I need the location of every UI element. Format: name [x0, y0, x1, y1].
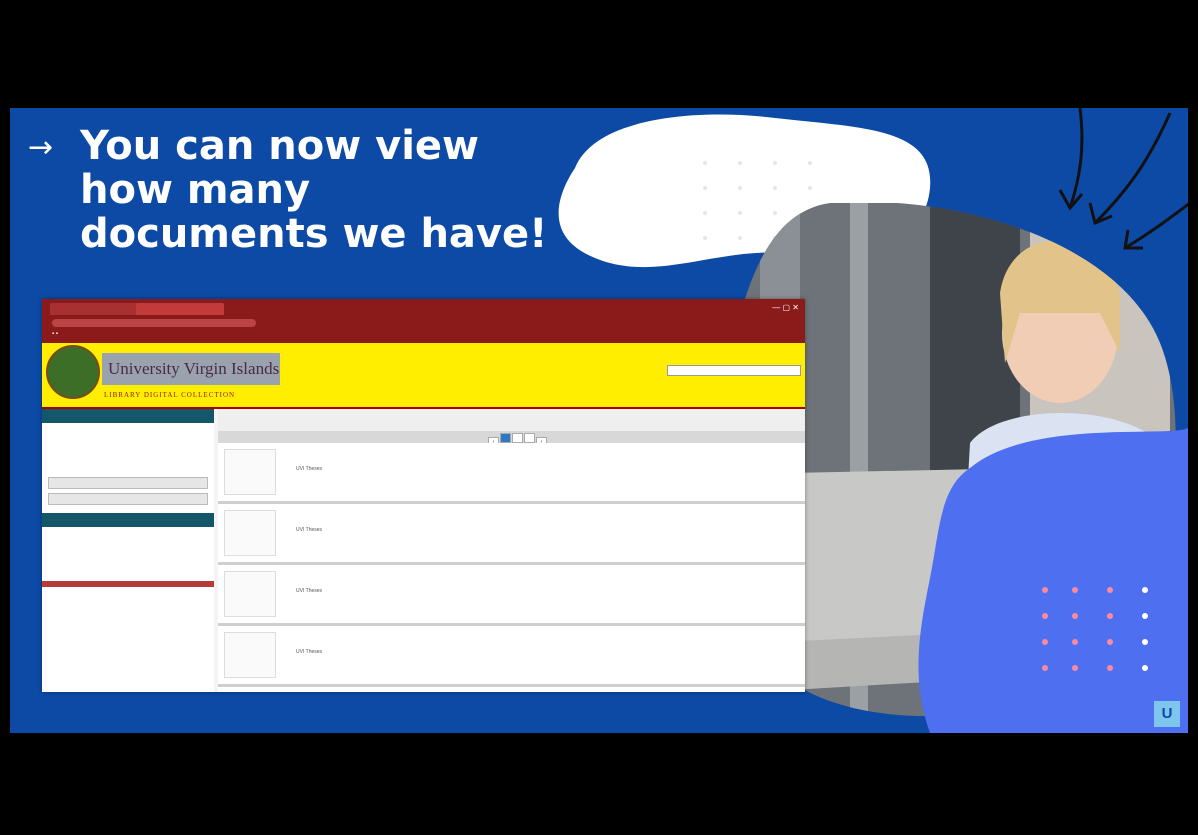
- list-item: UVI Theses: [218, 504, 805, 565]
- results-toolbar: [218, 409, 805, 431]
- list-item: UVI Theses: [218, 443, 805, 504]
- sidebar-line: [42, 527, 214, 537]
- record-author: UVI Theses: [296, 588, 323, 594]
- sidebar-line: [42, 557, 214, 567]
- record-author: UVI Theses: [296, 466, 323, 472]
- sidebar-line: [42, 547, 214, 557]
- address-bar: [52, 319, 256, 327]
- browser-tab-active: [136, 303, 224, 315]
- uvi-logo-icon: U: [1154, 701, 1180, 727]
- list-item: UVI Theses: [218, 626, 805, 687]
- site-title: University Virgin Islands: [102, 353, 280, 385]
- site-subtitle: LIBRARY DIGITAL COLLECTION: [104, 391, 236, 399]
- pager-page: [512, 433, 523, 443]
- sidebar-line: [42, 423, 214, 433]
- sidebar-line: [42, 443, 214, 453]
- black-arrows-decoration: [1058, 108, 1188, 250]
- arrow-right-icon: →: [28, 130, 54, 165]
- slide-headline: You can now view how many documents we h…: [80, 123, 548, 257]
- sidebar-line: [42, 537, 214, 547]
- record-thumbnail: [224, 449, 276, 495]
- site-header: University Virgin Islands LIBRARY DIGITA…: [42, 343, 805, 409]
- site-search-input: [667, 365, 801, 376]
- sidebar-header: [42, 513, 214, 527]
- video-letterbox-top: [0, 0, 1198, 108]
- record-author: UVI Theses: [296, 649, 323, 655]
- sidebar-line: [42, 433, 214, 443]
- record-thumbnail: [224, 510, 276, 556]
- results-count: ‹ ›: [218, 431, 805, 447]
- sidebar-button: [48, 493, 208, 505]
- results-panel: ‹ › UVI Theses UVI Theses UVI Theses UVI…: [218, 409, 805, 692]
- embedded-browser-screenshot: — ▢ ✕ ▪ ▪ University Virgin Islands LIBR…: [42, 299, 805, 692]
- sidebar-line: [42, 453, 214, 463]
- blue-blob-decoration: [918, 428, 1188, 733]
- sidebar-footer-bar: [42, 581, 214, 587]
- browser-tab: [50, 303, 138, 315]
- bookmarks-bar: ▪ ▪: [52, 331, 58, 337]
- browser-chrome: — ▢ ✕ ▪ ▪: [42, 299, 805, 343]
- pagination: ‹ ›: [488, 433, 548, 447]
- filter-sidebar: [42, 409, 214, 692]
- sidebar-button: [48, 477, 208, 489]
- window-controls-icon: — ▢ ✕: [772, 303, 799, 312]
- sidebar-header: [42, 409, 214, 423]
- record-author: UVI Theses: [296, 527, 323, 533]
- presentation-slide: → You can now view how many documents we…: [10, 108, 1188, 733]
- sidebar-line: [42, 567, 214, 577]
- video-letterbox-bottom: [0, 733, 1198, 835]
- sidebar-line: [42, 463, 214, 473]
- pager-page-current: [500, 433, 511, 443]
- university-seal-icon: [46, 345, 100, 399]
- record-thumbnail: [224, 632, 276, 678]
- record-thumbnail: [224, 571, 276, 617]
- list-item: UVI Theses: [218, 565, 805, 626]
- pager-page: [524, 433, 535, 443]
